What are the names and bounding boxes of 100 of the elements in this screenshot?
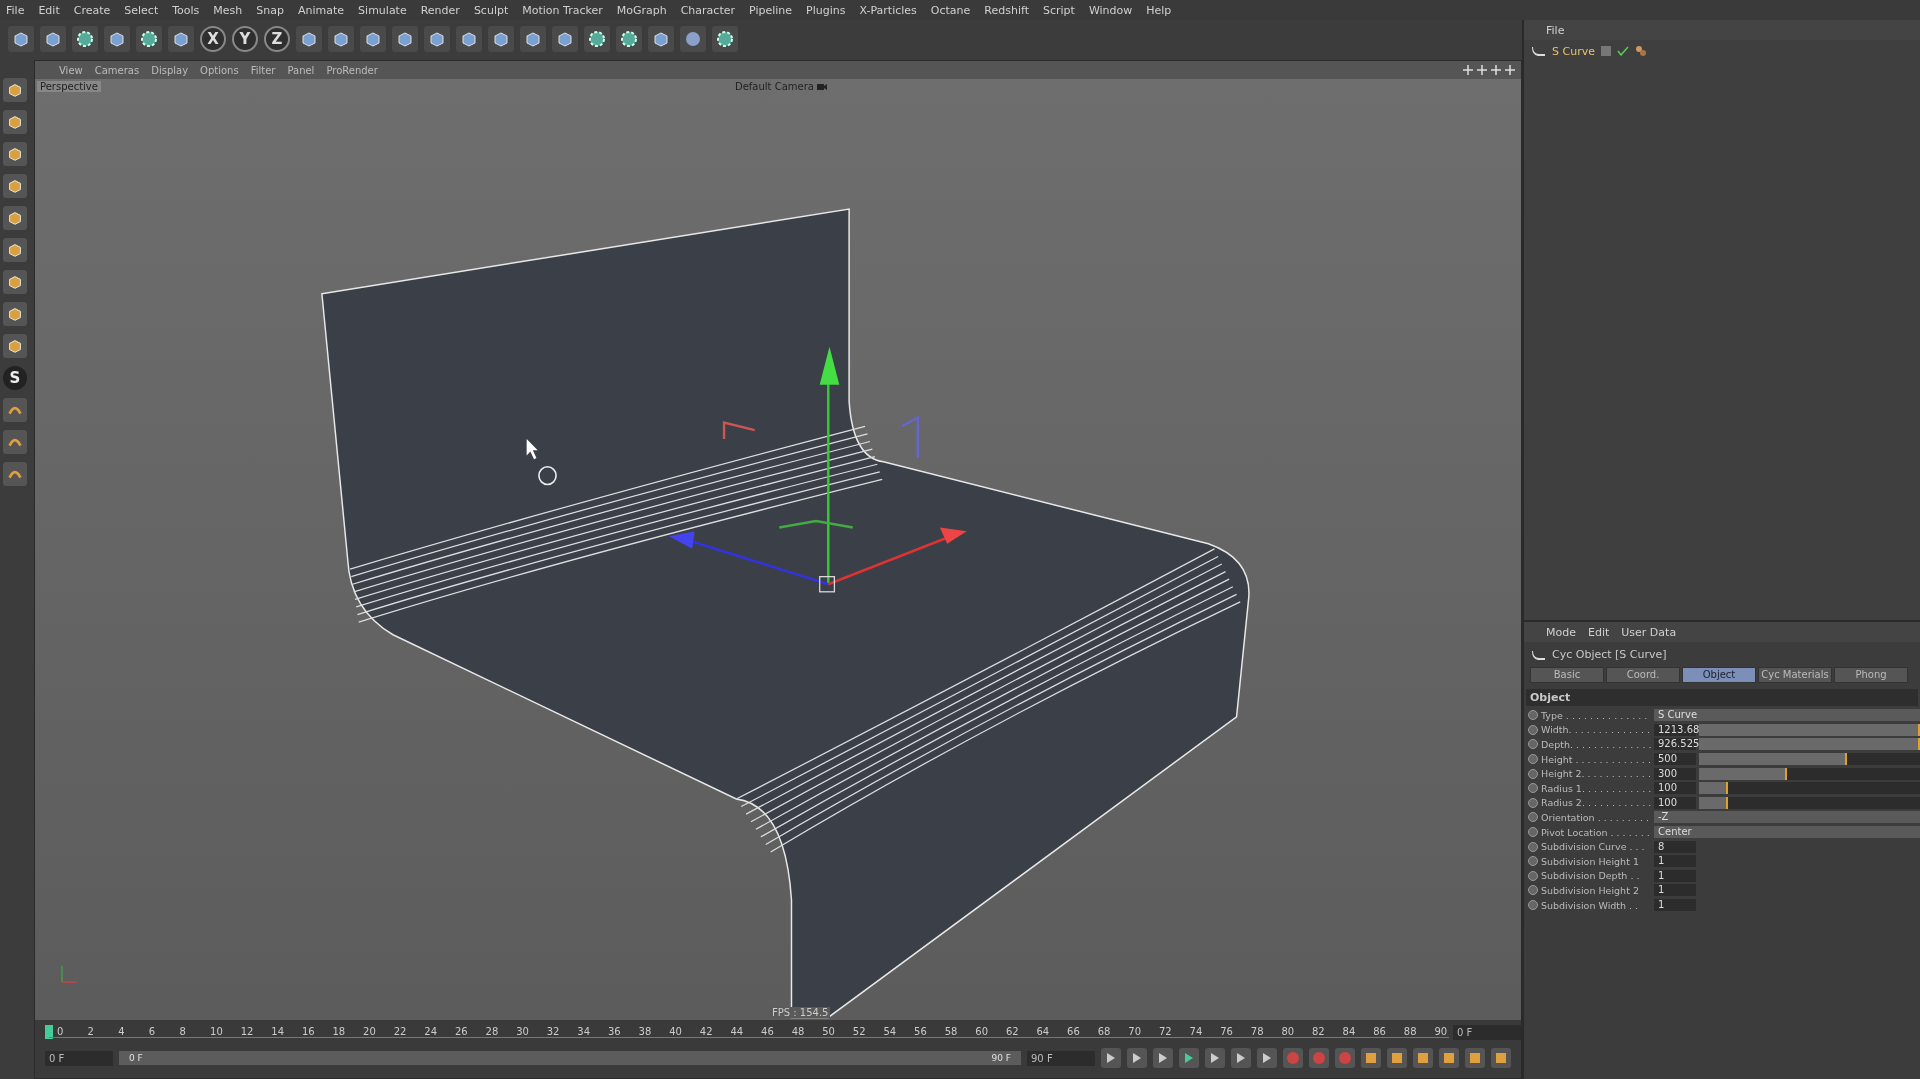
- cube-icon[interactable]: [552, 26, 578, 52]
- cube-icon[interactable]: [3, 334, 27, 358]
- slider-fill[interactable]: [1699, 723, 1920, 736]
- cube-icon[interactable]: [3, 206, 27, 230]
- cube-icon[interactable]: [488, 26, 514, 52]
- menu-item[interactable]: Redshift: [984, 3, 1029, 17]
- number-field[interactable]: 1: [1654, 869, 1696, 882]
- axis-lock-button[interactable]: Y: [232, 26, 258, 52]
- menu-item[interactable]: Pipeline: [749, 3, 793, 17]
- slider-fill[interactable]: [1699, 782, 1728, 795]
- animate-radio-icon[interactable]: [1528, 768, 1538, 779]
- animate-radio-icon[interactable]: [1528, 754, 1538, 765]
- start-frame-field[interactable]: 0 F: [45, 1050, 113, 1066]
- menu-item[interactable]: MoGraph: [616, 3, 667, 17]
- dropdown-field[interactable]: -Z: [1654, 811, 1920, 824]
- cube-icon[interactable]: [3, 302, 27, 326]
- menu-item[interactable]: Octane: [930, 3, 971, 17]
- slider-fill[interactable]: [1699, 767, 1788, 780]
- dropdown-field[interactable]: S Curve: [1654, 709, 1920, 722]
- slider-fill[interactable]: [1699, 796, 1728, 809]
- cube-icon[interactable]: [520, 26, 546, 52]
- animate-radio-icon[interactable]: [1528, 885, 1538, 896]
- animate-radio-icon[interactable]: [1528, 783, 1538, 794]
- viewport-canvas[interactable]: Perspective Default Camera FPS : 154.5: [35, 79, 1521, 1020]
- animate-radio-icon[interactable]: [1528, 870, 1538, 881]
- slider-fill[interactable]: [1699, 738, 1920, 751]
- view-control-icon[interactable]: [1477, 65, 1487, 75]
- menu-item[interactable]: Character: [680, 3, 735, 17]
- animate-radio-icon[interactable]: [1528, 739, 1538, 750]
- animate-radio-icon[interactable]: [1528, 812, 1538, 823]
- check-icon[interactable]: [1616, 46, 1629, 56]
- cube-icon[interactable]: [3, 270, 27, 294]
- viewport-menu-item[interactable]: View: [59, 64, 83, 76]
- viewport-menu-item[interactable]: Display: [151, 64, 189, 76]
- material-tag-icon[interactable]: [1634, 45, 1647, 57]
- cube-icon[interactable]: [456, 26, 482, 52]
- attribute-tab[interactable]: Basic: [1530, 667, 1604, 683]
- animate-radio-icon[interactable]: [1528, 856, 1538, 867]
- axis-lock-button[interactable]: Z: [264, 26, 290, 52]
- panel-menu-item[interactable]: Mode: [1546, 625, 1576, 639]
- menu-item[interactable]: Motion Tracker: [522, 3, 603, 17]
- number-field[interactable]: 1: [1654, 855, 1696, 868]
- viewport-menu-item[interactable]: Cameras: [94, 64, 140, 76]
- number-field[interactable]: 8: [1654, 840, 1696, 853]
- menu-item[interactable]: Edit: [38, 3, 60, 17]
- viewport-menu-item[interactable]: Panel: [287, 64, 315, 76]
- cube-icon[interactable]: [3, 142, 27, 166]
- attribute-tab[interactable]: Coord.: [1606, 667, 1680, 683]
- menu-item[interactable]: Mesh: [213, 3, 243, 17]
- animate-radio-icon[interactable]: [1528, 827, 1538, 838]
- view-control-icon[interactable]: [1491, 65, 1501, 75]
- menu-item[interactable]: Help: [1146, 3, 1172, 17]
- viewport-menu-item[interactable]: Filter: [250, 64, 276, 76]
- number-field[interactable]: 100: [1654, 796, 1696, 809]
- attribute-tab[interactable]: Cyc Materials: [1758, 667, 1832, 683]
- number-field[interactable]: 500: [1654, 753, 1696, 766]
- number-field[interactable]: 300: [1654, 767, 1696, 780]
- panel-menu-item[interactable]: File: [1546, 23, 1565, 37]
- menu-item[interactable]: Plugins: [806, 3, 846, 17]
- menu-item[interactable]: Snap: [256, 3, 284, 17]
- animate-radio-icon[interactable]: [1528, 797, 1538, 808]
- axis-lock-button[interactable]: X: [200, 26, 226, 52]
- view-control-icon[interactable]: [1505, 65, 1515, 75]
- menu-item[interactable]: Select: [124, 3, 159, 17]
- end-frame-field[interactable]: 90 F: [1027, 1050, 1095, 1066]
- attribute-tab[interactable]: Phong: [1834, 667, 1908, 683]
- viewport-menu-item[interactable]: Options: [200, 64, 239, 76]
- menu-item[interactable]: Script: [1042, 3, 1075, 17]
- menu-item[interactable]: X-Particles: [859, 3, 917, 17]
- menu-item[interactable]: Create: [73, 3, 111, 17]
- viewport-menu-item[interactable]: ProRender: [326, 64, 378, 76]
- gear-icon[interactable]: [616, 26, 642, 52]
- cube-icon[interactable]: [3, 78, 27, 102]
- view-control-icon[interactable]: [1463, 65, 1473, 75]
- number-field[interactable]: 1: [1654, 884, 1696, 897]
- panel-menu-item[interactable]: Edit: [1588, 625, 1610, 639]
- dropdown-field[interactable]: Center: [1654, 826, 1920, 839]
- current-frame-field[interactable]: 0 F: [1453, 1024, 1521, 1040]
- menu-item[interactable]: Render: [420, 3, 460, 17]
- cube-icon[interactable]: [3, 238, 27, 262]
- animate-radio-icon[interactable]: [1528, 724, 1538, 735]
- menu-item[interactable]: File: [6, 3, 25, 17]
- panel-menu-item[interactable]: User Data: [1621, 625, 1677, 639]
- s-tool-button[interactable]: S: [3, 366, 27, 390]
- slider-fill[interactable]: [1699, 753, 1848, 766]
- cube-icon[interactable]: [648, 26, 674, 52]
- cube-icon[interactable]: [3, 174, 27, 198]
- play-icon[interactable]: [1179, 1048, 1199, 1068]
- number-field[interactable]: 100: [1654, 782, 1696, 795]
- cube-icon[interactable]: [424, 26, 450, 52]
- object-name[interactable]: S Curve: [1552, 44, 1595, 58]
- attribute-tab[interactable]: Object: [1682, 667, 1756, 683]
- gear-icon[interactable]: [584, 26, 610, 52]
- gear-icon[interactable]: [712, 26, 738, 52]
- number-field[interactable]: 1: [1654, 899, 1696, 911]
- menu-item[interactable]: Tools: [172, 3, 200, 17]
- cube-icon[interactable]: [3, 110, 27, 134]
- animate-radio-icon[interactable]: [1528, 841, 1538, 852]
- playhead-handle[interactable]: [45, 1025, 53, 1039]
- menu-item[interactable]: Sculpt: [473, 3, 509, 17]
